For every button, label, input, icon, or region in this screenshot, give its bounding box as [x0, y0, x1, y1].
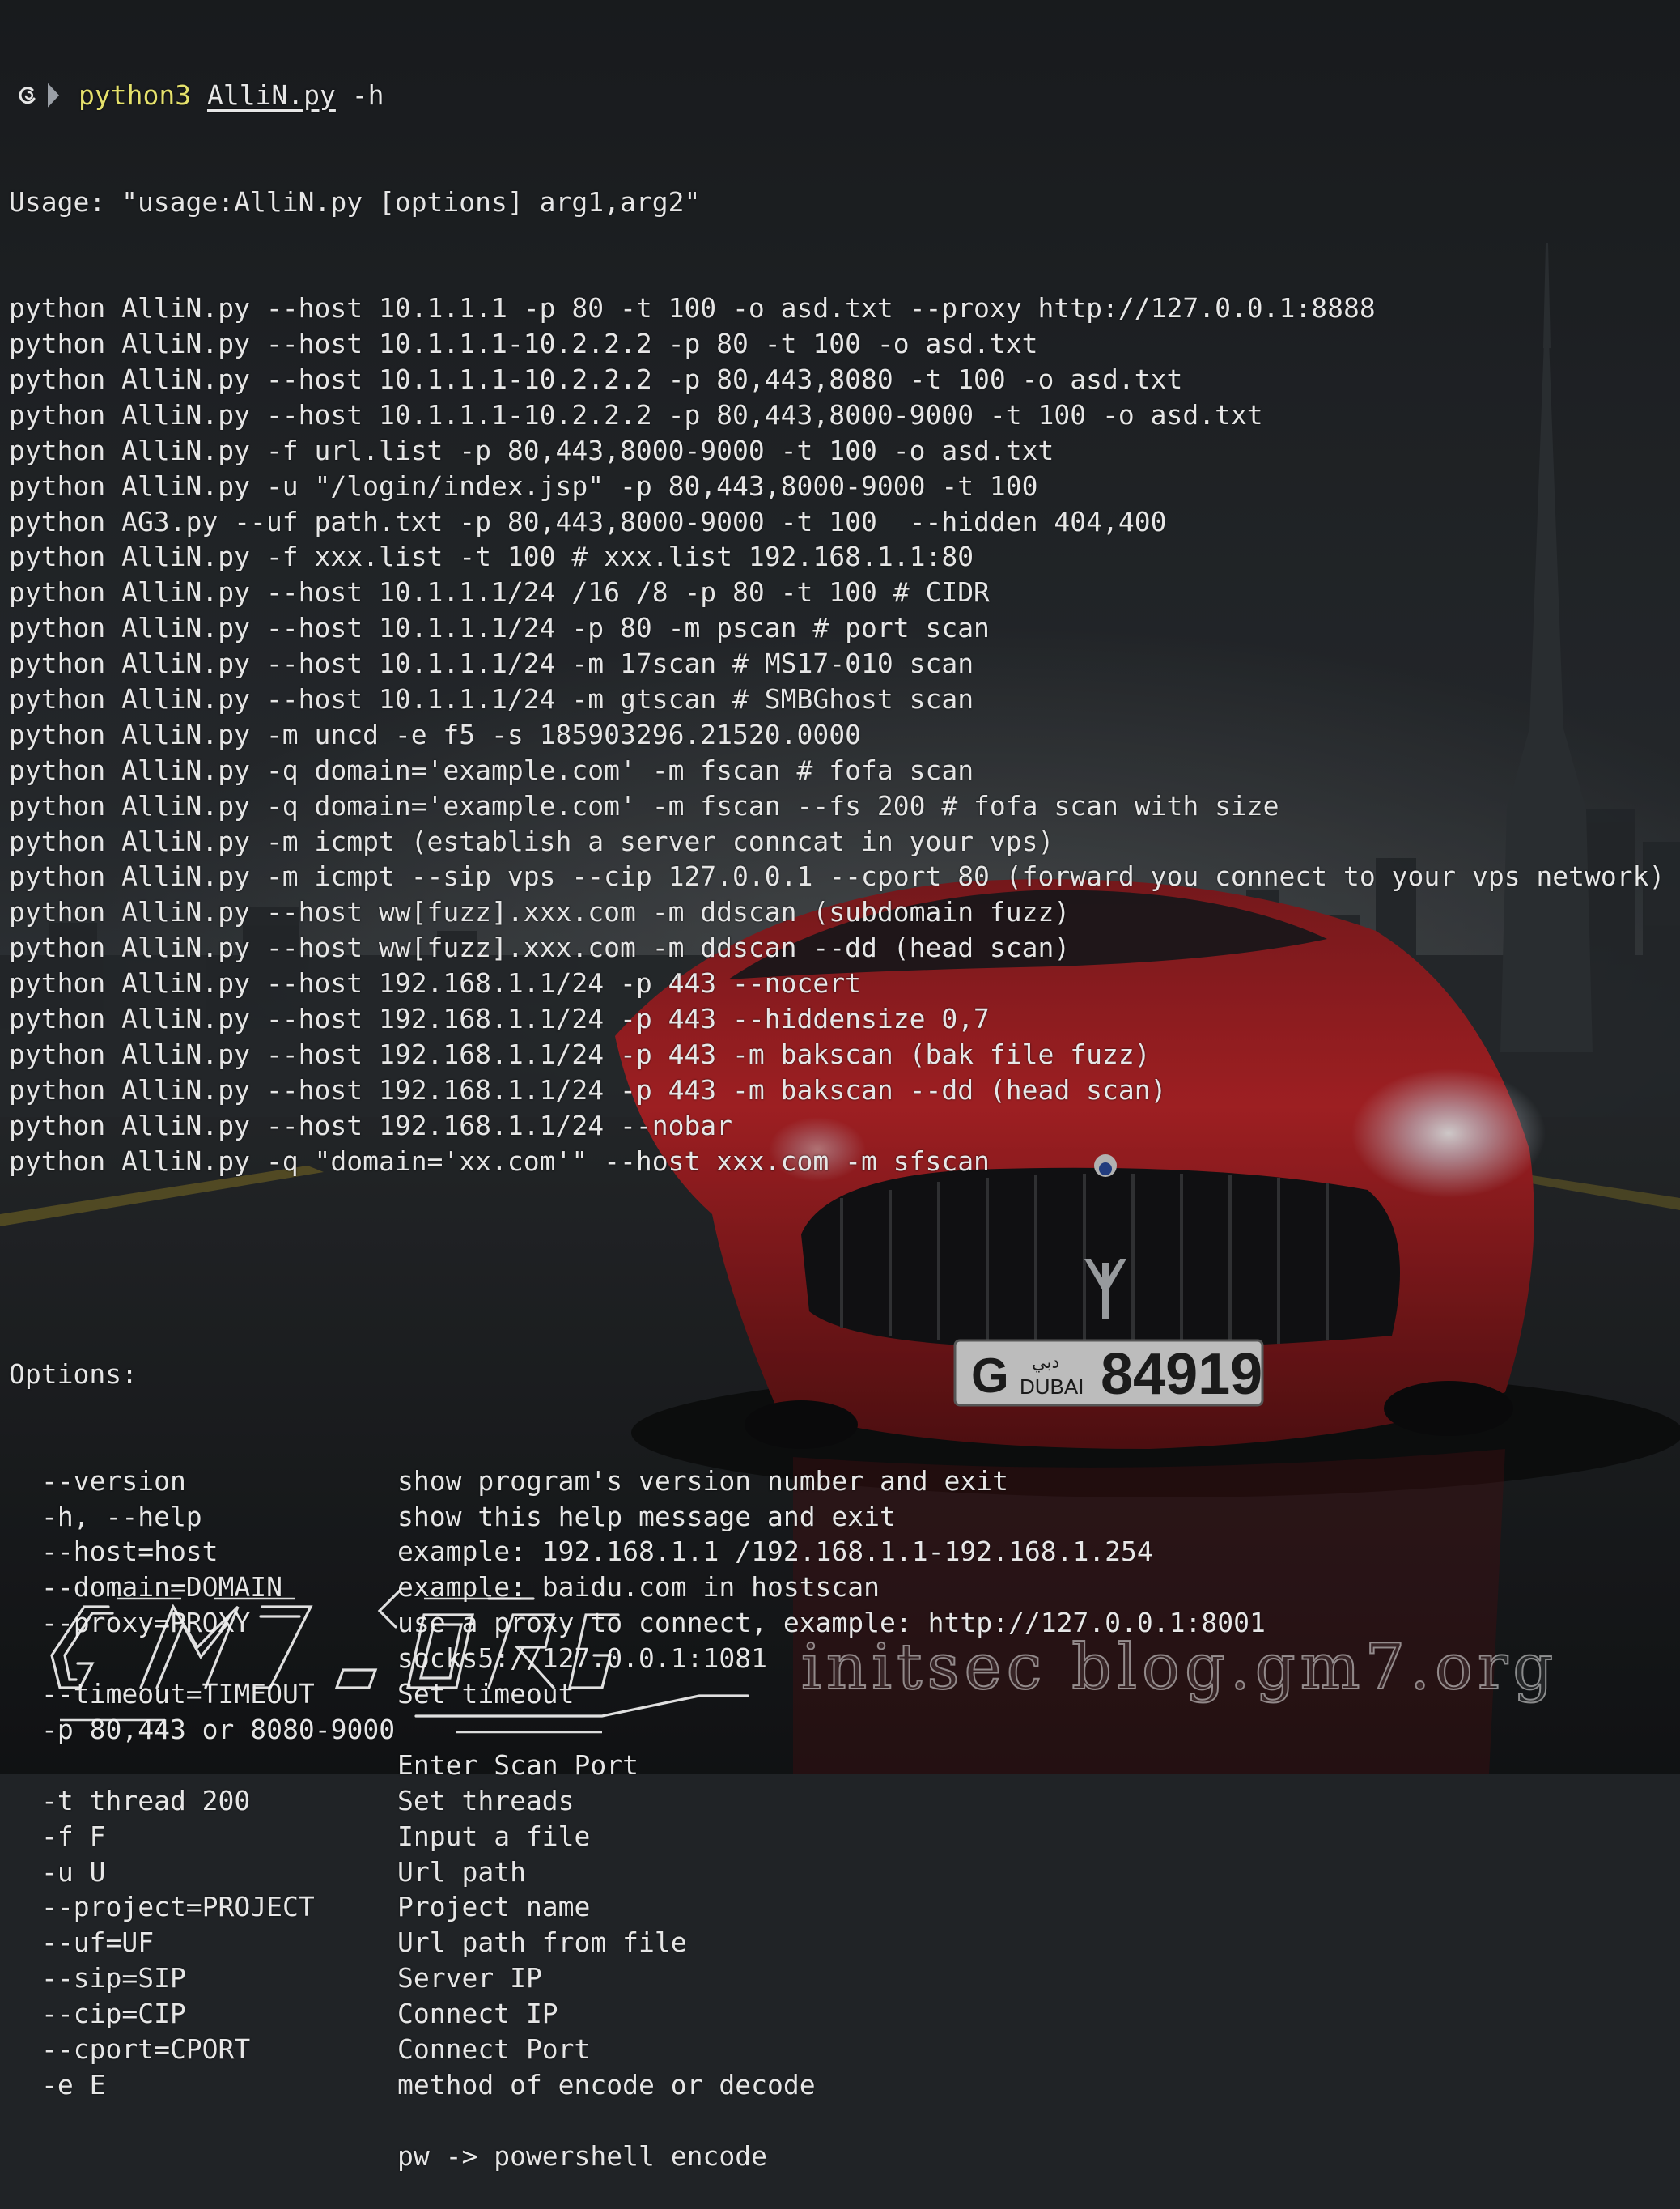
option-description: Url path from file	[397, 1927, 687, 1959]
option-description: show this help message and exit	[397, 1500, 896, 1532]
script-name: AlliN.py	[206, 79, 336, 111]
option-description: method of encode or decode	[397, 2068, 816, 2101]
option-row: --version show program's version number a…	[9, 1463, 1665, 1499]
option-description: Url path	[397, 1855, 526, 1888]
option-description: Connect IP	[397, 1998, 558, 2030]
usage-example-line: python AlliN.py -q domain='example.com' …	[9, 754, 974, 786]
option-row: --project=PROJECT Project name	[9, 1889, 1665, 1925]
options-header: Options:	[9, 1358, 138, 1390]
option-flag	[9, 2139, 397, 2174]
option-description: Set threads	[397, 1784, 575, 1816]
option-row: --cport=CPORT Connect Port	[9, 2032, 1665, 2067]
debian-swirl-icon	[12, 82, 45, 109]
usage-example-line: python AG3.py --uf path.txt -p 80,443,80…	[9, 505, 1167, 537]
usage-example-line: python AlliN.py --host 10.1.1.1-10.2.2.2…	[9, 398, 1263, 431]
usage-line: Usage: "usage:AlliN.py [options] arg1,ar…	[9, 185, 701, 218]
option-row: -u U Url path	[9, 1854, 1665, 1890]
option-flag: -e E	[41, 2068, 106, 2101]
usage-example-line: python AlliN.py --host 10.1.1.1/24 -m gt…	[9, 683, 974, 716]
option-row: -e E method of encode or decode	[9, 2067, 1665, 2103]
prompt-arrow-icon	[48, 83, 59, 108]
usage-example-line: python AlliN.py -u "/login/index.jsp" -p…	[9, 469, 1038, 502]
option-description: Server IP	[397, 1962, 542, 1994]
usage-example-line: python AlliN.py -m uncd -e f5 -s 1859032…	[9, 718, 861, 750]
option-flag: -t thread 200	[41, 1784, 251, 1816]
option-row: --sip=SIP Server IP	[9, 1960, 1665, 1996]
option-description: Input a file	[397, 1820, 591, 1852]
usage-example-line: python AlliN.py --host 192.168.1.1/24 --…	[9, 1109, 733, 1141]
option-flag: --uf=UF	[41, 1927, 155, 1959]
option-flag: -u U	[41, 1855, 106, 1888]
ascii-art-logo	[50, 1589, 749, 1734]
watermark: initsec blog.gm7.org	[800, 1630, 1559, 1705]
option-flag: --cip=CIP	[41, 1998, 186, 2030]
usage-example-line: python AlliN.py --host 192.168.1.1/24 -p…	[9, 1003, 990, 1035]
option-description: example: 192.168.1.1 /192.168.1.1-192.16…	[397, 1536, 1153, 1568]
prompt-line: python3 AlliN.py -h	[9, 78, 1665, 113]
usage-example-line: python AlliN.py --host ww[fuzz].xxx.com …	[9, 932, 1071, 964]
option-row: pw -> powershell encode	[9, 2139, 1665, 2174]
option-flag: --version	[41, 1464, 186, 1497]
option-flag: --project=PROJECT	[41, 1891, 315, 1923]
option-row: Enter Scan Port	[9, 1748, 1665, 1783]
option-flag	[9, 1748, 397, 1783]
usage-example-line: python AlliN.py -m icmpt (establish a se…	[9, 825, 1054, 857]
option-row: -h, --help show this help message and exi…	[9, 1499, 1665, 1535]
option-description: Project name	[397, 1891, 591, 1923]
option-description: pw -> powershell encode	[397, 2139, 767, 2172]
option-description: Connect Port	[397, 2033, 591, 2065]
option-flag: --cport=CPORT	[41, 2033, 251, 2065]
usage-example-line: python AlliN.py --host 10.1.1.1/24 -m 17…	[9, 648, 974, 680]
option-row: --host=host example: 192.168.1.1 /192.168…	[9, 1534, 1665, 1570]
usage-example-line: python AlliN.py --host ww[fuzz].xxx.com …	[9, 896, 1071, 928]
usage-example-line: python AlliN.py -q "domain='xx.com'" --h…	[9, 1145, 990, 1177]
usage-example-line: python AlliN.py --host 192.168.1.1/24 -p…	[9, 1038, 1151, 1070]
option-flag: --host=host	[41, 1536, 218, 1568]
usage-example-line: python AlliN.py --host 10.1.1.1 -p 80 -t…	[9, 292, 1376, 325]
option-flag: -h, --help	[41, 1500, 202, 1532]
usage-example-line: python AlliN.py -f xxx.list -t 100 # xxx…	[9, 541, 974, 573]
usage-examples: python AlliN.py --host 10.1.1.1 -p 80 -t…	[9, 291, 1665, 1179]
usage-example-line: python AlliN.py -m icmpt --sip vps --cip…	[9, 860, 1665, 893]
usage-example-line: python AlliN.py --host 10.1.1.1-10.2.2.2…	[9, 328, 1038, 360]
option-description: show program's version number and exit	[397, 1464, 1008, 1497]
option-flag: -f F	[41, 1820, 106, 1852]
usage-example-line: python AlliN.py --host 10.1.1.1/24 -p 80…	[9, 612, 990, 644]
option-row: -t thread 200 Set threads	[9, 1783, 1665, 1819]
terminal-output: python3 AlliN.py -h Usage: "usage:AlliN.…	[9, 6, 1665, 2209]
option-flag	[9, 2103, 397, 2139]
option-row	[9, 2103, 1665, 2139]
option-row: --uf=UF Url path from file	[9, 1925, 1665, 1960]
command-args: -h	[351, 79, 384, 111]
usage-example-line: python AlliN.py -f url.list -p 80,443,80…	[9, 434, 1054, 466]
command-name: python3	[78, 79, 192, 111]
option-row: -f F Input a file	[9, 1819, 1665, 1854]
usage-example-line: python AlliN.py --host 10.1.1.1-10.2.2.2…	[9, 363, 1183, 395]
option-description: Enter Scan Port	[397, 1748, 639, 1781]
usage-example-line: python AlliN.py --host 10.1.1.1/24 /16 /…	[9, 576, 990, 609]
usage-example-line: python AlliN.py --host 192.168.1.1/24 -p…	[9, 967, 861, 1000]
usage-example-line: python AlliN.py --host 192.168.1.1/24 -p…	[9, 1073, 1167, 1106]
option-flag: --sip=SIP	[41, 1962, 186, 1994]
option-row: --cip=CIP Connect IP	[9, 1996, 1665, 2032]
usage-example-line: python AlliN.py -q domain='example.com' …	[9, 789, 1279, 822]
